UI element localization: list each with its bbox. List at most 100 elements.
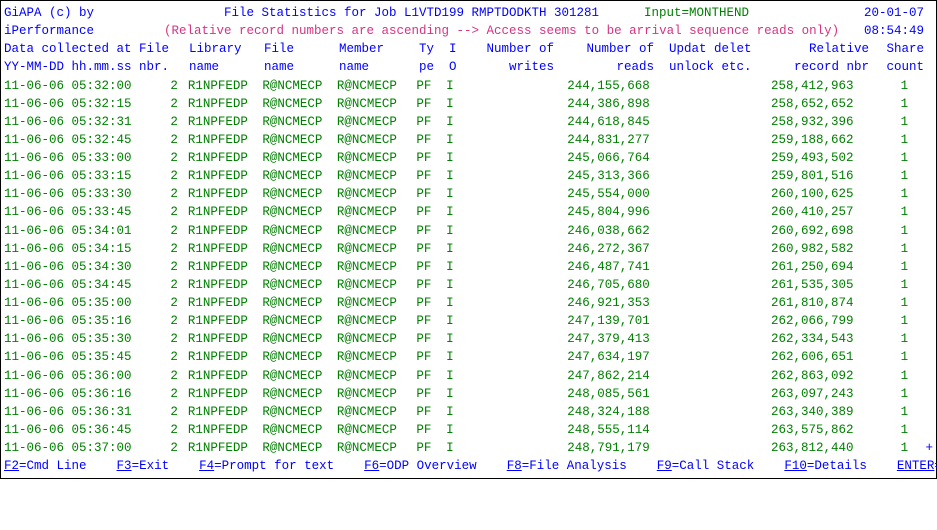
- more-indicator-icon: [908, 167, 933, 185]
- cell-timestamp: 11-06-06 05:33:30: [4, 185, 138, 203]
- fkey-f2[interactable]: F2=Cmd Line: [4, 457, 87, 475]
- cell-share: 1: [858, 385, 908, 403]
- page-title: File Statistics for Job L1VTD199 RMPTDOD…: [224, 4, 644, 22]
- hdr-time: Data collected at: [4, 40, 139, 58]
- cell-io: I: [446, 330, 471, 348]
- cell-type: PF: [416, 312, 446, 330]
- table-row[interactable]: 11-06-06 05:36:452R1NPFEDPR@NCMECPR@NCME…: [4, 421, 933, 439]
- cell-type: PF: [416, 294, 446, 312]
- more-indicator-icon: [908, 421, 933, 439]
- cell-io: I: [446, 167, 471, 185]
- cell-reads: 246,705,680: [550, 276, 654, 294]
- more-indicator-icon: [908, 403, 933, 421]
- cell-timestamp: 11-06-06 05:34:15: [4, 240, 138, 258]
- cell-updat: [655, 77, 754, 95]
- cell-writes: [471, 222, 550, 240]
- table-row[interactable]: 11-06-06 05:34:152R1NPFEDPR@NCMECPR@NCME…: [4, 240, 933, 258]
- fkey-f9[interactable]: F9=Call Stack: [657, 457, 755, 475]
- table-row[interactable]: 11-06-06 05:32:312R1NPFEDPR@NCMECPR@NCME…: [4, 113, 933, 131]
- table-row[interactable]: 11-06-06 05:32:452R1NPFEDPR@NCMECPR@NCME…: [4, 131, 933, 149]
- cell-type: PF: [416, 149, 446, 167]
- hdr2-reads: reads: [554, 58, 659, 76]
- table-row[interactable]: 11-06-06 05:37:002R1NPFEDPR@NCMECPR@NCME…: [4, 439, 933, 457]
- table-row[interactable]: 11-06-06 05:36:002R1NPFEDPR@NCMECPR@NCME…: [4, 367, 933, 385]
- cell-share: 1: [858, 77, 908, 95]
- fkey-f4[interactable]: F4=Prompt for text: [199, 457, 334, 475]
- cell-member: R@NCMECP: [337, 95, 416, 113]
- cell-file: R@NCMECP: [262, 421, 337, 439]
- cell-rel: 263,812,440: [754, 439, 858, 457]
- cell-member: R@NCMECP: [337, 385, 416, 403]
- table-row[interactable]: 11-06-06 05:34:302R1NPFEDPR@NCMECPR@NCME…: [4, 258, 933, 276]
- fkey-f10[interactable]: F10=Details: [784, 457, 867, 475]
- access-note: (Relative record numbers are ascending -…: [164, 22, 844, 40]
- table-row[interactable]: 11-06-06 05:33:002R1NPFEDPR@NCMECPR@NCME…: [4, 149, 933, 167]
- cell-member: R@NCMECP: [337, 258, 416, 276]
- cell-rel: 260,982,582: [754, 240, 858, 258]
- cell-filenbr: 2: [138, 222, 188, 240]
- cell-lib: R1NPFEDP: [188, 348, 263, 366]
- cell-type: PF: [416, 167, 446, 185]
- cell-file: R@NCMECP: [262, 203, 337, 221]
- hdr-reads: Number of: [554, 40, 659, 58]
- cell-member: R@NCMECP: [337, 203, 416, 221]
- more-indicator-icon: [908, 149, 933, 167]
- table-row[interactable]: 11-06-06 05:35:162R1NPFEDPR@NCMECPR@NCME…: [4, 312, 933, 330]
- cell-filenbr: 2: [138, 113, 188, 131]
- table-row[interactable]: 11-06-06 05:34:452R1NPFEDPR@NCMECPR@NCME…: [4, 276, 933, 294]
- table-row[interactable]: 11-06-06 05:36:162R1NPFEDPR@NCMECPR@NCME…: [4, 385, 933, 403]
- table-row[interactable]: 11-06-06 05:35:452R1NPFEDPR@NCMECPR@NCME…: [4, 348, 933, 366]
- cell-share: 1: [858, 222, 908, 240]
- cell-filenbr: 2: [138, 330, 188, 348]
- cell-filenbr: 2: [138, 367, 188, 385]
- cell-file: R@NCMECP: [262, 294, 337, 312]
- cell-rel: 262,863,092: [754, 367, 858, 385]
- cell-io: I: [446, 276, 471, 294]
- cell-rel: 260,692,698: [754, 222, 858, 240]
- cell-writes: [471, 240, 550, 258]
- cell-file: R@NCMECP: [262, 77, 337, 95]
- cell-rel: 262,334,543: [754, 330, 858, 348]
- hdr2-io: O: [449, 58, 474, 76]
- cell-share: 1: [858, 348, 908, 366]
- cell-reads: 247,862,214: [550, 367, 654, 385]
- table-row[interactable]: 11-06-06 05:33:302R1NPFEDPR@NCMECPR@NCME…: [4, 185, 933, 203]
- more-indicator-icon: [908, 77, 933, 95]
- hdr-share: Share: [874, 40, 924, 58]
- title-row: GiAPA (c) by File Statistics for Job L1V…: [4, 4, 933, 22]
- fkey-f3[interactable]: F3=Exit: [117, 457, 170, 475]
- cell-reads: 247,379,413: [550, 330, 654, 348]
- table-row[interactable]: 11-06-06 05:35:302R1NPFEDPR@NCMECPR@NCME…: [4, 330, 933, 348]
- cell-writes: [471, 276, 550, 294]
- table-row[interactable]: 11-06-06 05:34:012R1NPFEDPR@NCMECPR@NCME…: [4, 222, 933, 240]
- cell-updat: [655, 421, 754, 439]
- cell-updat: [655, 367, 754, 385]
- cell-io: I: [446, 367, 471, 385]
- cell-timestamp: 11-06-06 05:34:01: [4, 222, 138, 240]
- hdr2-time: YY-MM-DD hh.mm.ss: [4, 58, 139, 76]
- cell-filenbr: 2: [138, 203, 188, 221]
- cell-lib: R1NPFEDP: [188, 385, 263, 403]
- cell-member: R@NCMECP: [337, 294, 416, 312]
- fkey-f8[interactable]: F8=File Analysis: [507, 457, 627, 475]
- fkey-enter[interactable]: ENTER=Go to Top: [897, 457, 937, 475]
- table-row[interactable]: 11-06-06 05:35:002R1NPFEDPR@NCMECPR@NCME…: [4, 294, 933, 312]
- table-row[interactable]: 11-06-06 05:32:152R1NPFEDPR@NCMECPR@NCME…: [4, 95, 933, 113]
- table-row[interactable]: 11-06-06 05:32:002R1NPFEDPR@NCMECPR@NCME…: [4, 77, 933, 95]
- cell-type: PF: [416, 185, 446, 203]
- cell-rel: 258,652,652: [754, 95, 858, 113]
- cell-timestamp: 11-06-06 05:36:45: [4, 421, 138, 439]
- cell-lib: R1NPFEDP: [188, 77, 263, 95]
- cell-reads: 248,791,179: [550, 439, 654, 457]
- cell-rel: 259,493,502: [754, 149, 858, 167]
- cell-file: R@NCMECP: [262, 131, 337, 149]
- cell-writes: [471, 403, 550, 421]
- table-row[interactable]: 11-06-06 05:33:452R1NPFEDPR@NCMECPR@NCME…: [4, 203, 933, 221]
- table-row[interactable]: 11-06-06 05:36:312R1NPFEDPR@NCMECPR@NCME…: [4, 403, 933, 421]
- cell-timestamp: 11-06-06 05:36:00: [4, 367, 138, 385]
- cell-share: 1: [858, 439, 908, 457]
- more-indicator-icon: [908, 312, 933, 330]
- table-row[interactable]: 11-06-06 05:33:152R1NPFEDPR@NCMECPR@NCME…: [4, 167, 933, 185]
- fkey-f6[interactable]: F6=ODP Overview: [364, 457, 477, 475]
- cell-file: R@NCMECP: [262, 312, 337, 330]
